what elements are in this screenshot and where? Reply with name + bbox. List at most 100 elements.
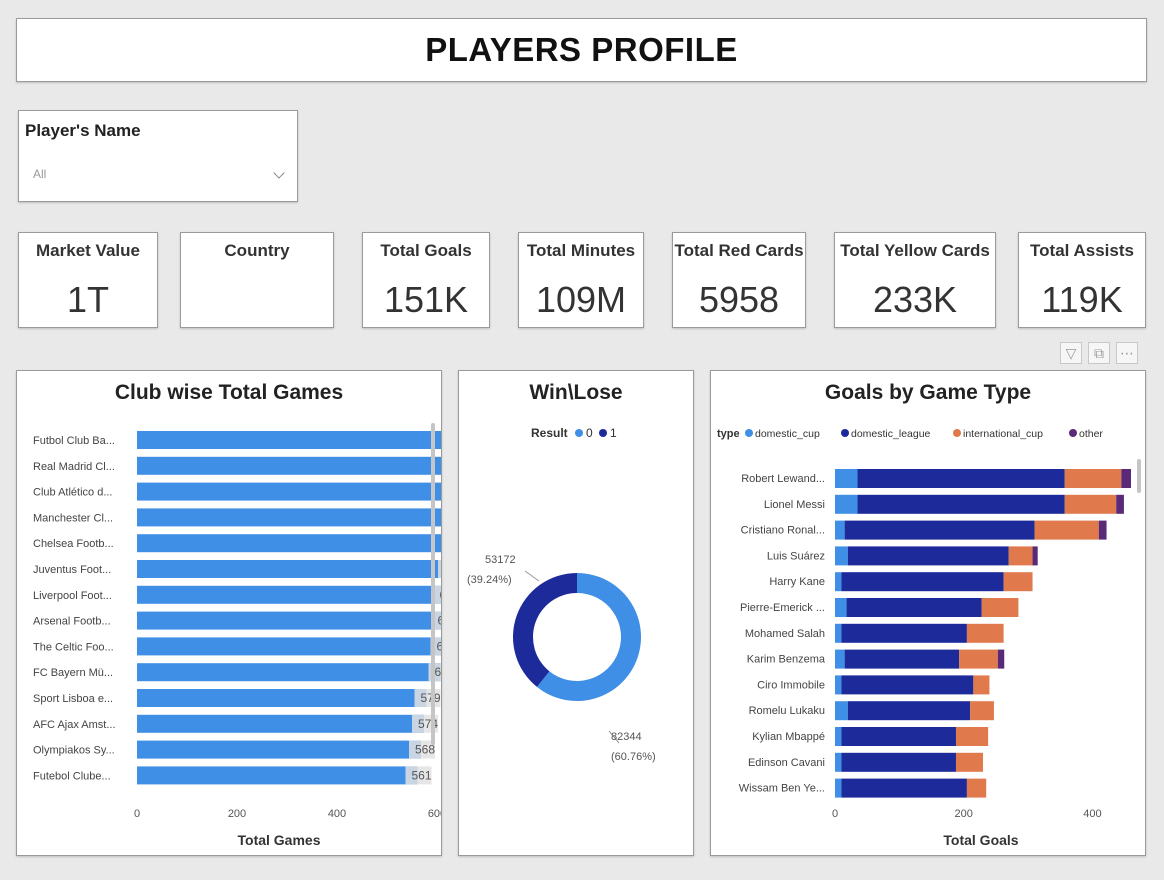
bar xyxy=(137,714,424,733)
category-label: Juventus Foot... xyxy=(33,564,111,576)
title-banner: PLAYERS PROFILE xyxy=(16,18,1147,82)
page-title: PLAYERS PROFILE xyxy=(425,31,738,68)
category-label: Edinson Cavani xyxy=(748,757,825,769)
kpi-value: 109M xyxy=(535,279,627,320)
filter-icon[interactable]: ▽ xyxy=(1060,342,1082,364)
data-label: 617 xyxy=(440,588,442,602)
win-lose-chart: Result 0 1 82344 (60.76%) 53172 (39.24%) xyxy=(467,426,656,763)
chevron-down-icon[interactable] xyxy=(273,167,285,179)
data-label: 611 xyxy=(437,639,442,653)
category-label: Karim Benzema xyxy=(747,654,826,666)
bar-segment xyxy=(981,598,1019,617)
kpi-total-red-cards: Total Red Cards 5958 xyxy=(672,232,806,328)
bar xyxy=(137,663,441,682)
bar-segment xyxy=(835,727,842,746)
bar-segment xyxy=(1116,494,1124,514)
kpi-total-goals: Total Goals 151K xyxy=(362,232,490,328)
bar xyxy=(137,508,441,527)
kpi-total-assists: Total Assists 119K xyxy=(1018,232,1146,328)
bar-segment xyxy=(1008,546,1033,566)
bar xyxy=(137,689,427,707)
bar-segment xyxy=(1034,520,1099,540)
bar xyxy=(137,766,418,785)
category-label: Manchester Cl... xyxy=(33,512,113,524)
bar-segment xyxy=(841,752,956,772)
bar-segment xyxy=(835,649,845,669)
x-tick-label: 200 xyxy=(955,808,973,820)
bar-segment xyxy=(1121,469,1131,488)
category-label: Mohamed Salah xyxy=(745,628,825,640)
category-label: Ciro Immobile xyxy=(757,679,825,691)
leader-line xyxy=(524,570,540,582)
slice-value-label: 53172 xyxy=(485,554,516,566)
category-label: Sport Lisboa e... xyxy=(33,693,113,705)
bar-segment xyxy=(841,623,967,643)
kpi-label: Total Minutes xyxy=(526,241,636,260)
kpi-value: 1T xyxy=(66,279,109,320)
category-label: Olympiakos Sy... xyxy=(33,745,115,757)
legend-marker xyxy=(745,429,753,437)
legend-marker xyxy=(1069,429,1077,437)
x-tick-label: 0 xyxy=(134,808,140,820)
bar-segment xyxy=(973,675,990,695)
legend-marker xyxy=(575,429,583,437)
more-options-icon[interactable]: ⋯ xyxy=(1116,342,1138,364)
category-label: Wissam Ben Ye... xyxy=(739,783,825,795)
slicer-label: Player's Name xyxy=(25,121,141,140)
bar-segment xyxy=(835,494,858,514)
x-axis-title: Total Games xyxy=(238,832,321,848)
bar-segment xyxy=(835,675,842,695)
scrollbar xyxy=(431,423,435,745)
category-label: Futebol Clube... xyxy=(33,770,111,782)
bar xyxy=(137,482,441,501)
bar-segment xyxy=(1064,494,1117,514)
data-label: 574 xyxy=(418,717,438,731)
bar-segment xyxy=(955,727,989,746)
bar xyxy=(137,560,441,578)
bar-segment xyxy=(857,494,1065,514)
category-label: Robert Lewand... xyxy=(741,473,825,485)
player-name-slicer[interactable]: Player's Name All xyxy=(18,110,298,202)
kpi-market-value: Market Value 1T xyxy=(18,232,158,328)
kpi-label: Total Yellow Cards xyxy=(840,241,990,260)
category-label: Real Madrid Cl... xyxy=(33,461,115,473)
legend-label: domestic_cup xyxy=(755,428,820,440)
legend-title: type xyxy=(717,428,740,440)
bar-segment xyxy=(835,778,842,798)
category-label: Kylian Mbappé xyxy=(752,731,825,743)
legend-label: 1 xyxy=(610,426,617,440)
legend-label: international_cup xyxy=(963,428,1043,440)
category-label: Futbol Club Ba... xyxy=(33,435,115,447)
category-label: Pierre-Emerick ... xyxy=(740,602,825,614)
bar-segment xyxy=(970,701,994,721)
category-label: Liverpool Foot... xyxy=(33,590,112,602)
category-label: Lionel Messi xyxy=(764,499,825,511)
legend-marker xyxy=(599,429,607,437)
category-label: AFC Ajax Amst... xyxy=(33,719,116,731)
club-games-panel: Club wise Total Games Futbol Club Ba...5… xyxy=(16,370,442,856)
bar xyxy=(137,431,441,449)
slice-percent-label: (60.76%) xyxy=(611,751,656,763)
legend-title: Result xyxy=(531,426,568,440)
kpi-total-yellow-cards: Total Yellow Cards 233K xyxy=(834,232,996,328)
slice-value-label: 82344 xyxy=(611,731,642,743)
kpi-value: 233K xyxy=(872,279,958,320)
x-axis-title: Total Goals xyxy=(943,832,1018,848)
kpi-value: 5958 xyxy=(698,279,780,320)
slicer-selected-value[interactable]: All xyxy=(33,167,46,181)
focus-mode-icon[interactable]: ⧉ xyxy=(1088,342,1110,364)
category-label: Harry Kane xyxy=(769,576,825,588)
bar-segment xyxy=(1032,546,1038,566)
bar-segment xyxy=(844,520,1035,540)
kpi-label: Market Value xyxy=(36,241,140,260)
bar xyxy=(137,456,441,475)
category-label: Chelsea Footb... xyxy=(33,538,114,550)
bar-segment xyxy=(955,752,983,772)
x-tick-label: 400 xyxy=(1083,808,1101,820)
bar-segment xyxy=(841,778,967,798)
bar-segment xyxy=(835,752,842,772)
kpi-total-minutes: Total Minutes 109M xyxy=(518,232,644,328)
bar-segment xyxy=(835,701,848,721)
data-label: 607 xyxy=(435,665,442,679)
win-lose-panel: Win\Lose Result 0 1 82344 (60.76%) 53172 (39.2… xyxy=(458,370,694,856)
